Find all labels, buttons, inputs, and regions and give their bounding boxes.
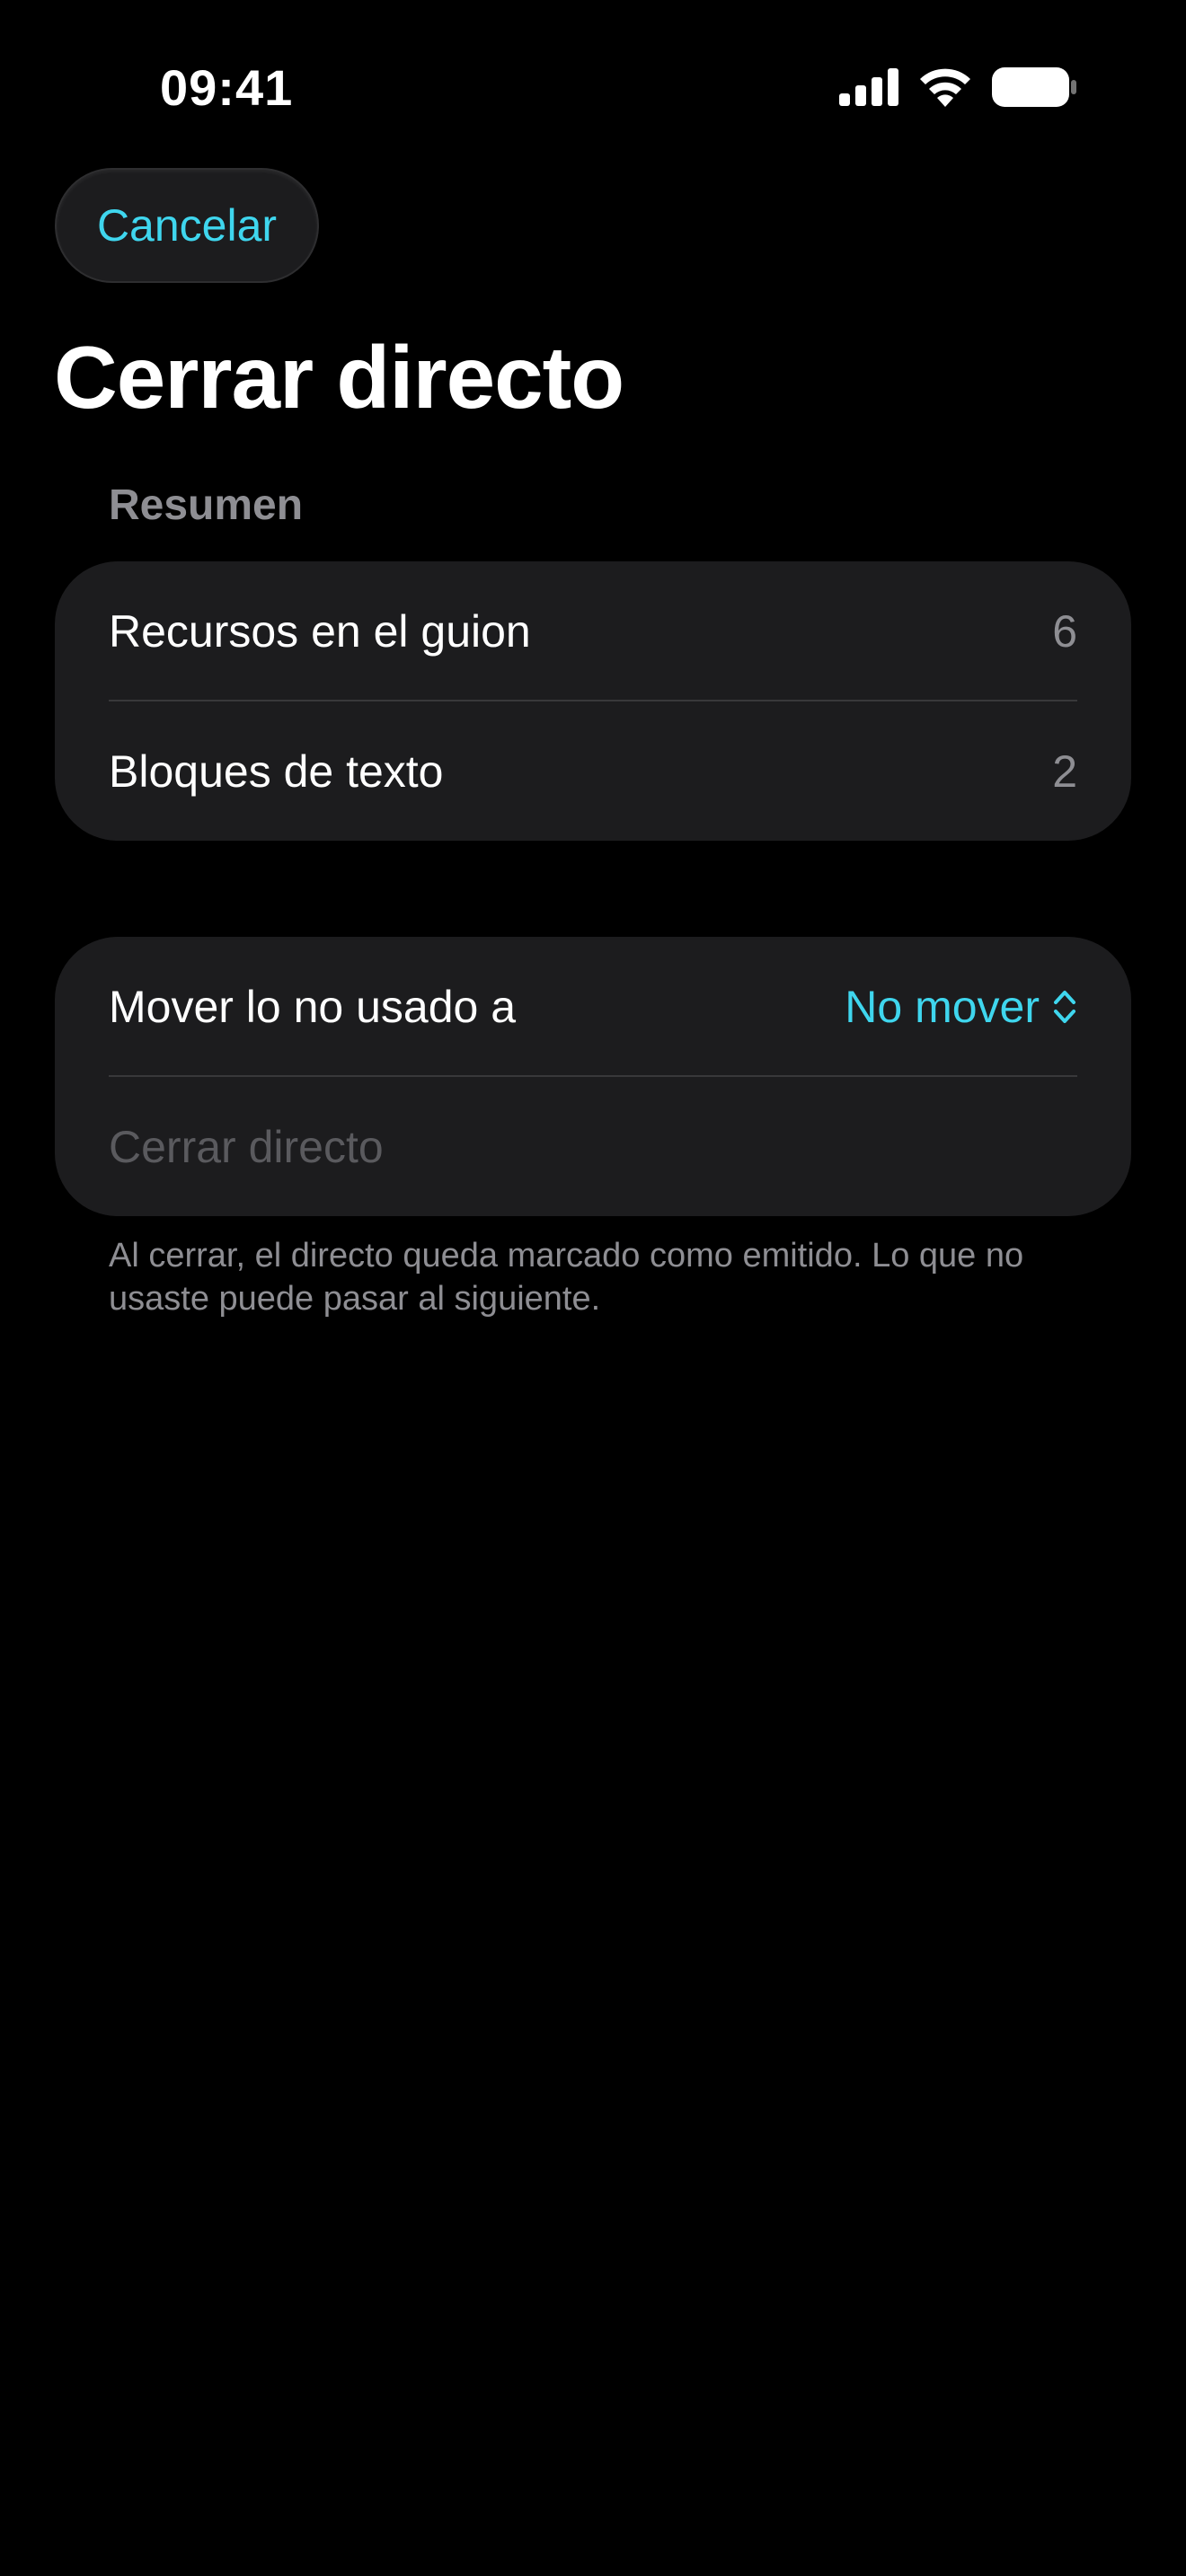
summary-card: Recursos en el guion 6 Bloques de texto … [55, 561, 1131, 841]
summary-row-label: Bloques de texto [109, 745, 444, 797]
summary-row-label: Recursos en el guion [109, 605, 531, 657]
status-icons [839, 65, 1076, 110]
cancel-button[interactable]: Cancelar [55, 168, 319, 283]
chevron-up-down-icon [1054, 990, 1075, 1023]
destination-picker-value: No mover [845, 981, 1040, 1032]
footnote: Al cerrar, el directo queda marcado como… [109, 1237, 1024, 1318]
move-card: Mover lo no usado a No mover Cerrar dire… [55, 937, 1131, 1216]
move-unused-row[interactable]: Mover lo no usado a No mover [109, 937, 1077, 1076]
destination-picker[interactable]: No mover [845, 980, 1077, 1034]
signal-icon [839, 68, 898, 106]
status-bar: 09:41 [0, 0, 1186, 171]
section-header-summary: Resumen [109, 481, 304, 529]
move-unused-label: Mover lo no usado a [109, 981, 517, 1032]
summary-row-resources: Recursos en el guion 6 [109, 561, 1077, 701]
page-title: Cerrar directo [54, 328, 624, 427]
summary-row-value: 6 [1052, 605, 1077, 657]
close-live-label: Cerrar directo [109, 1121, 384, 1172]
battery-icon [992, 67, 1076, 107]
summary-row-text-blocks: Bloques de texto 2 [109, 701, 1077, 841]
close-live-button[interactable]: Cerrar directo [109, 1077, 1077, 1216]
wifi-icon [920, 68, 970, 107]
status-time: 09:41 [160, 59, 294, 116]
summary-row-value: 2 [1052, 745, 1077, 797]
